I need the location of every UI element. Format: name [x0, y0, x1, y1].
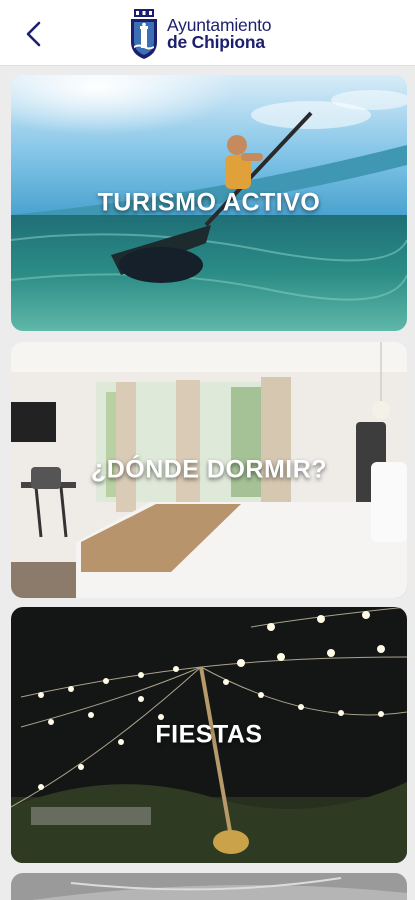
card-title: ¿DÓNDE DORMIR? [90, 455, 328, 484]
card-turismo-activo[interactable]: TURISMO ACTIVO [11, 75, 407, 331]
category-list[interactable]: TURISMO ACTIVO ¿DÓNDE DORMIR? FIESTAS [0, 66, 415, 900]
card-title: FIESTAS [155, 720, 263, 749]
card-title: TURISMO ACTIVO [97, 188, 321, 217]
municipal-crest-icon [131, 9, 157, 59]
card-image [11, 873, 407, 900]
app-title-line2: de Chipiona [167, 32, 265, 52]
card-fiestas[interactable]: FIESTAS [11, 607, 407, 863]
chevron-left-icon [26, 21, 41, 47]
card-partial[interactable] [11, 873, 407, 900]
card-donde-dormir[interactable]: ¿DÓNDE DORMIR? [11, 342, 407, 598]
app-title: Ayuntamiento de Chipiona [167, 16, 271, 52]
back-button[interactable] [14, 14, 54, 54]
app-logo: Ayuntamiento de Chipiona [128, 6, 271, 62]
app-header: Ayuntamiento de Chipiona [0, 0, 415, 66]
